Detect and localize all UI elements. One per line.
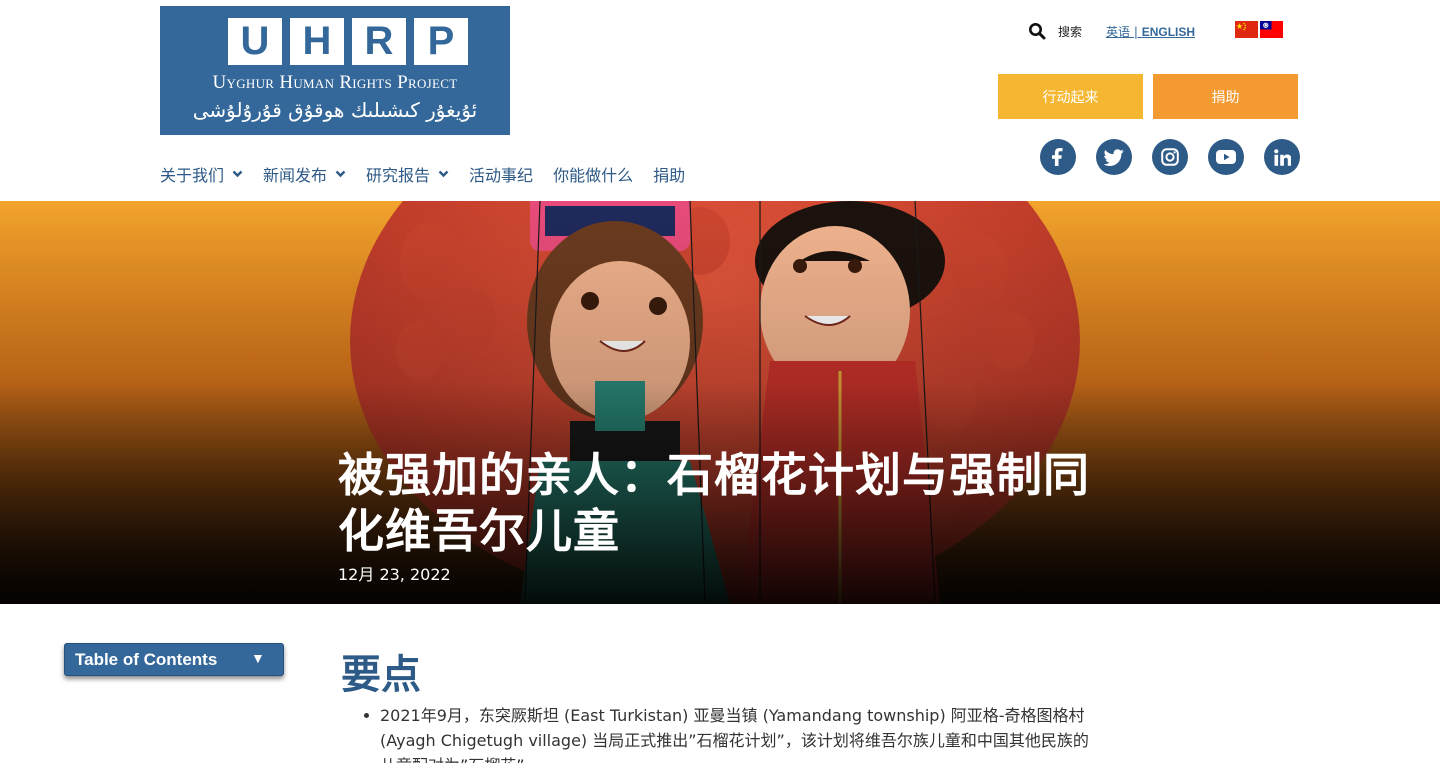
hero-banner: 被强加的亲人：石榴花计划与强制同化维吾尔儿童 12月 23, 2022 [0, 201, 1440, 604]
nav-item-label: 新闻发布 [263, 166, 328, 185]
nav-item-label: 关于我们 [160, 166, 225, 185]
nav-item-news[interactable]: 新闻发布 [263, 162, 346, 186]
main-nav: 关于我们 新闻发布 研究报告 活动事纪 你能做什么 捐助 [160, 163, 705, 185]
nav-item-donate[interactable]: 捐助 [653, 162, 685, 186]
section-heading: 要点 [341, 651, 421, 698]
youtube-icon [1216, 150, 1236, 164]
instagram-link[interactable] [1152, 139, 1188, 175]
instagram-icon [1161, 148, 1179, 166]
search-icon [1029, 23, 1046, 40]
chevron-down-icon [438, 170, 449, 178]
language-switch-link[interactable]: 英语 | ENGLISH [1106, 23, 1195, 40]
page-title: 被强加的亲人：石榴花计划与强制同化维吾尔儿童 [338, 448, 1090, 558]
logo-org-name: Uyghur Human Rights Project [212, 72, 458, 93]
nav-item-about[interactable]: 关于我们 [160, 162, 243, 186]
social-links [1040, 139, 1300, 175]
logo-letter: H [290, 18, 344, 65]
take-action-button[interactable]: 行动起来 [998, 74, 1143, 119]
twitter-icon [1104, 148, 1124, 166]
nav-item-label: 活动事纪 [469, 166, 534, 185]
nav-item-label: 你能做什么 [553, 166, 634, 185]
logo-letter: P [414, 18, 468, 65]
facebook-link[interactable] [1040, 139, 1076, 175]
nav-item-label: 研究报告 [366, 166, 431, 185]
chevron-down-icon [232, 170, 243, 178]
list-item: 2021年9月，东突厥斯坦 (East Turkistan) 亚曼当镇 (Yam… [364, 703, 1100, 763]
youtube-link[interactable] [1208, 139, 1244, 175]
taiwan-flag-icon[interactable] [1260, 21, 1283, 38]
utility-bar: 搜索 英语 | ENGLISH [1028, 20, 1195, 42]
lang-prefix: 英语 | [1106, 24, 1142, 39]
donate-button[interactable]: 捐助 [1153, 74, 1298, 119]
logo-letter: R [352, 18, 406, 65]
table-of-contents-toggle[interactable]: Table of Contents ▼ [64, 643, 284, 676]
nav-item-events[interactable]: 活动事纪 [469, 162, 533, 186]
logo-letter: U [228, 18, 282, 65]
twitter-link[interactable] [1096, 139, 1132, 175]
publish-date: 12月 23, 2022 [338, 565, 451, 584]
nav-item-label: 捐助 [653, 166, 686, 185]
toc-label: Table of Contents [75, 649, 218, 669]
chevron-down-icon [335, 170, 346, 178]
caret-down-icon: ▼ [251, 650, 265, 666]
linkedin-icon [1273, 148, 1291, 166]
logo-uyghur-script: ئۇيغۇر كىشىلىك ھوقۇق قۇرۇلۇشى [192, 98, 478, 122]
key-points-list: 2021年9月，东突厥斯坦 (East Turkistan) 亚曼当镇 (Yam… [364, 703, 1100, 763]
logo-letters: U H R P [228, 18, 468, 65]
nav-item-what-you-can-do[interactable]: 你能做什么 [553, 162, 633, 186]
search-label: 搜索 [1058, 24, 1083, 39]
china-flag-icon[interactable] [1235, 21, 1258, 38]
linkedin-link[interactable] [1264, 139, 1300, 175]
facebook-icon [1052, 148, 1063, 166]
site-logo[interactable]: U H R P Uyghur Human Rights Project ئۇيغ… [160, 6, 510, 135]
flag-switcher [1235, 21, 1283, 38]
nav-item-research[interactable]: 研究报告 [366, 162, 449, 186]
search-button[interactable]: 搜索 [1028, 22, 1082, 40]
lang-english: ENGLISH [1141, 24, 1196, 39]
